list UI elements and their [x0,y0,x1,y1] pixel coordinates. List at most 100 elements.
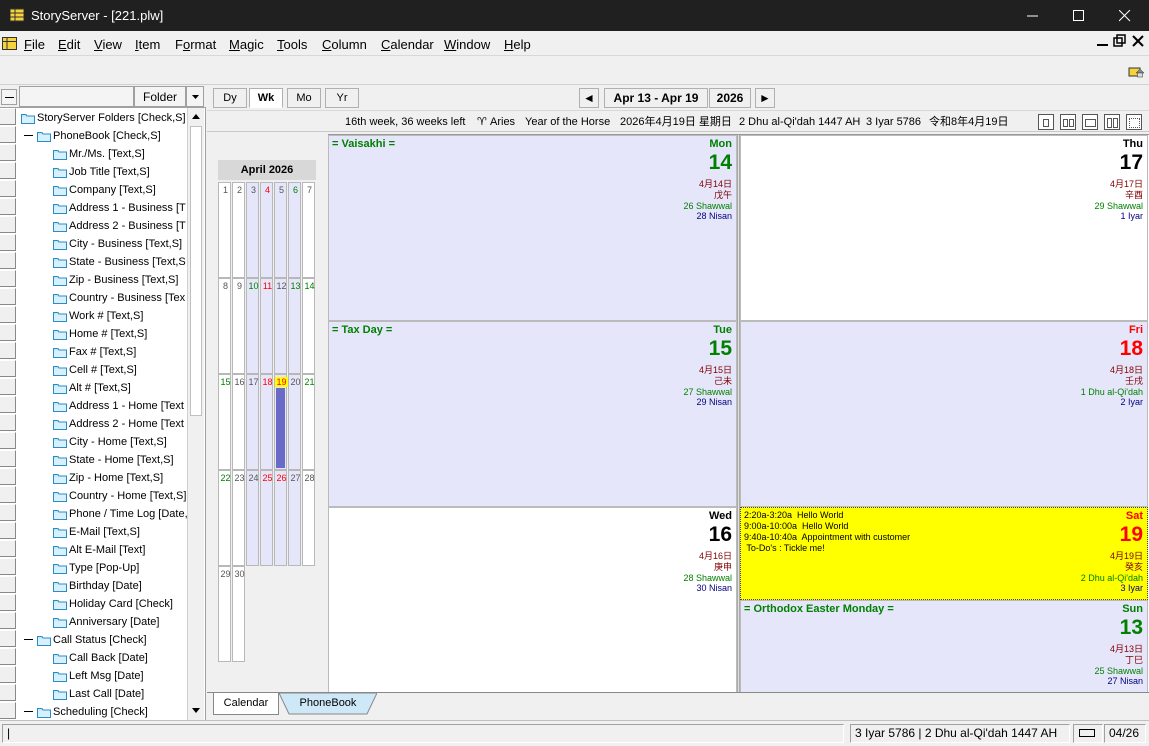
mini-day[interactable]: 29 [218,566,231,662]
menu-item[interactable]: Item [135,37,160,52]
year-label[interactable]: 2026 [709,88,751,108]
row-selector[interactable] [0,630,16,647]
layout-day-icon[interactable] [1038,114,1054,130]
tree-item[interactable]: Address 1 - Business [T [17,199,187,217]
tree-item[interactable]: Call Status [Check] [17,631,187,649]
date-range-label[interactable]: Apr 13 - Apr 19 [604,88,708,108]
minimize-button[interactable] [1010,0,1056,31]
tree-item[interactable]: Country - Business [Tex [17,289,187,307]
tree-item[interactable]: Mr./Ms. [Text,S] [17,145,187,163]
row-selector[interactable] [0,306,16,323]
row-selector[interactable] [0,396,16,413]
menu-calendar[interactable]: Calendar [381,37,434,52]
tree-item[interactable]: Cell # [Text,S] [17,361,187,379]
tree-item[interactable]: E-Mail [Text,S] [17,523,187,541]
row-selector[interactable] [0,594,16,611]
tree-item[interactable]: Address 2 - Business [T [17,217,187,235]
mdi-close-icon[interactable] [1131,34,1145,48]
mini-day[interactable]: 8 [218,278,231,374]
mini-day[interactable]: 21 [302,374,315,470]
row-selector[interactable] [0,432,16,449]
row-selector[interactable] [0,666,16,683]
row-selector[interactable] [0,684,16,701]
tree-item[interactable]: Job Title [Text,S] [17,163,187,181]
view-tab-dy[interactable]: Dy [213,88,247,108]
maximize-button[interactable] [1056,0,1102,31]
tree-item[interactable]: Birthday [Date] [17,577,187,595]
tab-phonebook[interactable]: PhoneBook [279,693,377,715]
row-selector[interactable] [0,648,16,665]
row-selector[interactable] [0,612,16,629]
mini-day[interactable]: 14 [302,278,315,374]
mini-day[interactable]: 6 [288,182,301,278]
row-selector[interactable] [0,324,16,341]
tree-item[interactable]: Type [Pop-Up] [17,559,187,577]
mini-day[interactable]: 15 [218,374,231,470]
mini-day[interactable]: 4 [260,182,273,278]
collapse-all-button[interactable] [1,89,17,105]
mini-day[interactable]: 12 [274,278,287,374]
menu-help[interactable]: Help [504,37,531,52]
tree-item[interactable]: City - Home [Text,S] [17,433,187,451]
mini-day[interactable]: 30 [232,566,245,662]
event-item[interactable]: 9:00a-10:00a Hello World [744,521,910,532]
day-cell-mon[interactable]: = Vaisakhi = Mon 14 4月14日 戊午 26 Shawwal 28 Nis… [328,135,737,321]
row-selector[interactable] [0,702,16,719]
view-tab-yr[interactable]: Yr [325,88,359,108]
mini-day[interactable]: 3 [246,182,259,278]
row-selector[interactable] [0,288,16,305]
home-folder-icon[interactable] [1128,64,1144,78]
mini-day[interactable]: 18 [260,374,273,470]
mini-day[interactable]: 25 [260,470,273,566]
mini-day[interactable]: 9 [232,278,245,374]
folder-dropdown-button[interactable] [186,86,204,107]
row-selector[interactable] [0,486,16,503]
row-selector[interactable] [0,126,16,143]
tree-item[interactable]: Company [Text,S] [17,181,187,199]
menu-view[interactable]: View [94,37,122,52]
row-selector[interactable] [0,108,16,125]
mini-day[interactable]: 11 [260,278,273,374]
tree-item[interactable]: Left Msg [Date] [17,667,187,685]
column-divider[interactable] [737,135,740,694]
tree-item[interactable]: Address 1 - Home [Text [17,397,187,415]
mini-day[interactable]: 7 [302,182,315,278]
scroll-up-icon[interactable] [192,114,200,119]
mdi-minimize-icon[interactable] [1096,34,1110,48]
row-selector[interactable] [0,234,16,251]
row-selector[interactable] [0,504,16,521]
tree-item[interactable]: PhoneBook [Check,S] [17,127,187,145]
tree-item[interactable]: Phone / Time Log [Date,S [17,505,187,523]
tree-item[interactable]: StoryServer Folders [Check,S] [17,109,187,127]
folder-tree-scrollbar[interactable] [187,108,204,720]
row-selector[interactable] [0,198,16,215]
close-button[interactable] [1102,0,1148,31]
layout-workweek-icon[interactable] [1082,114,1098,130]
mini-day[interactable]: 24 [246,470,259,566]
tab-calendar[interactable]: Calendar [213,693,279,715]
tree-item[interactable]: Alt E-Mail [Text] [17,541,187,559]
tree-item[interactable]: Fax # [Text,S] [17,343,187,361]
tree-item[interactable]: Zip - Business [Text,S] [17,271,187,289]
mini-day[interactable]: 19 [274,374,288,470]
row-selector[interactable] [0,270,16,287]
mini-day[interactable]: 13 [288,278,301,374]
day-cell-fri[interactable]: Fri 18 4月18日 壬戌 1 Dhu al-Qi'dah 2 Iyar [740,321,1148,507]
row-selector[interactable] [0,450,16,467]
layout-week-icon[interactable] [1060,114,1076,130]
row-selector[interactable] [0,144,16,161]
mini-day[interactable]: 17 [246,374,259,470]
tree-item[interactable]: Last Call [Date] [17,685,187,703]
folder-header-button[interactable]: Folder [134,86,186,107]
row-selector[interactable] [0,180,16,197]
mini-day[interactable]: 5 [274,182,287,278]
tree-item[interactable]: Country - Home [Text,S] [17,487,187,505]
scroll-thumb[interactable] [190,126,202,416]
day-cell-sat[interactable]: Sat 19 4月19日 癸亥 2 Dhu al-Qi'dah 3 Iyar 2:20a-3… [740,507,1148,600]
row-selector[interactable] [0,576,16,593]
row-selector[interactable] [0,216,16,233]
tree-item[interactable]: Address 2 - Home [Text [17,415,187,433]
event-item[interactable]: 2:20a-3:20a Hello World [744,510,910,521]
menu-window[interactable]: Window [444,37,490,52]
collapse-icon[interactable] [24,711,33,712]
